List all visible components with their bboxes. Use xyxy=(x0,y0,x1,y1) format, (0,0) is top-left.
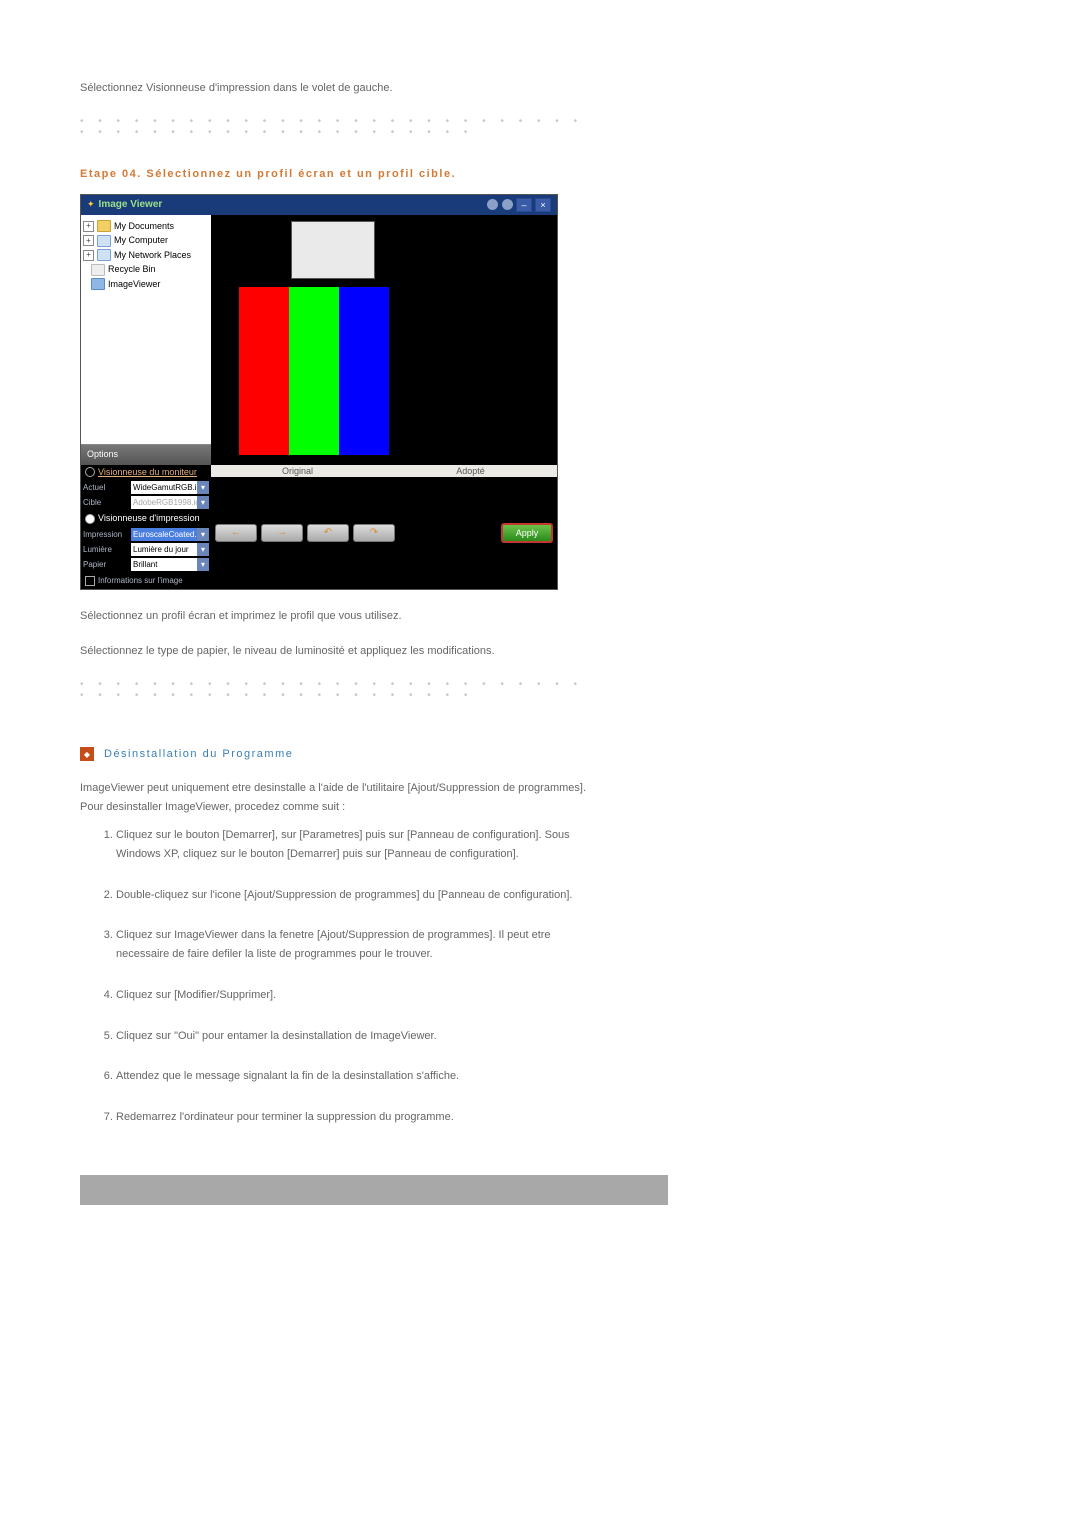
uninstall-p1: ImageViewer peut uniquement etre desinst… xyxy=(80,779,600,798)
step-6: Attendez que le message signalant la fin… xyxy=(116,1067,600,1086)
chevron-down-icon[interactable]: ▾ xyxy=(197,496,209,509)
tree-my-computer[interactable]: My Computer xyxy=(114,234,168,248)
cible-label: Cible xyxy=(81,498,131,507)
actuel-label: Actuel xyxy=(81,483,131,492)
step-1: Cliquez sur le bouton [Demarrer], sur [P… xyxy=(116,826,600,863)
step-4: Cliquez sur [Modifier/Supprimer]. xyxy=(116,986,600,1005)
divider-dots: • • • • • • • • • • • • • • • • • • • • … xyxy=(80,116,600,138)
thumbnail[interactable] xyxy=(291,221,375,279)
step-2: Double-cliquez sur l'icone [Ajout/Suppre… xyxy=(116,886,600,905)
minimize-button[interactable]: – xyxy=(516,198,532,212)
image-info-checkbox[interactable]: Informations sur l'image xyxy=(81,573,211,589)
window-title: Image Viewer xyxy=(99,199,163,210)
lumiere-select[interactable]: Lumière du jour▾ xyxy=(131,543,209,556)
footer-bar xyxy=(80,1175,668,1205)
impression-label: Impression xyxy=(81,530,131,539)
tree-my-network[interactable]: My Network Places xyxy=(114,249,191,263)
chevron-down-icon[interactable]: ▾ xyxy=(197,528,209,541)
print-viewer-radio[interactable]: Visionneuse d'impression xyxy=(81,511,211,526)
step-title: Etape 04. Sélectionnez un profil écran e… xyxy=(80,168,600,180)
impression-select[interactable]: EuroscaleCoated.icc▾ xyxy=(131,528,209,541)
papier-label: Papier xyxy=(81,560,131,569)
prev-button[interactable]: ← xyxy=(215,524,257,542)
options-panel: Visionneuse du moniteur Actuel WideGamut… xyxy=(81,465,211,589)
image-preview-area xyxy=(211,215,557,465)
rotate-right-button[interactable]: ↷ xyxy=(353,524,395,542)
tree-my-documents[interactable]: My Documents xyxy=(114,220,174,234)
options-header: Options xyxy=(81,444,223,465)
window-titlebar: ✦ Image Viewer – × xyxy=(81,195,557,215)
section-icon: ◆ xyxy=(80,747,94,761)
post-text-1: Sélectionnez un profil écran et imprimez… xyxy=(80,608,600,626)
original-label: Original xyxy=(211,465,384,477)
chevron-down-icon[interactable]: ▾ xyxy=(197,481,209,494)
post-text-2: Sélectionnez le type de papier, le nivea… xyxy=(80,643,600,661)
folder-tree[interactable]: +My Documents +My Computer +My Network P… xyxy=(81,215,215,465)
help-icon[interactable] xyxy=(502,199,513,210)
apply-button[interactable]: Apply xyxy=(501,523,553,543)
adopte-label: Adopté xyxy=(384,465,557,477)
lumiere-label: Lumière xyxy=(81,545,131,554)
uninstall-title: Désinstallation du Programme xyxy=(104,748,293,760)
next-button[interactable]: → xyxy=(261,524,303,542)
monitor-viewer-radio[interactable]: Visionneuse du moniteur xyxy=(81,465,211,480)
tree-imageviewer[interactable]: ImageViewer xyxy=(108,278,160,292)
intro-text: Sélectionnez Visionneuse d'impression da… xyxy=(80,80,600,98)
cible-select[interactable]: AdobeRGB1998.icc▾ xyxy=(131,496,209,509)
step-3: Cliquez sur ImageViewer dans la fenetre … xyxy=(116,926,600,963)
titlebar-icon[interactable] xyxy=(487,199,498,210)
divider-dots: • • • • • • • • • • • • • • • • • • • • … xyxy=(80,679,600,701)
imageviewer-screenshot: ✦ Image Viewer – × +My Documents +My Com… xyxy=(80,194,558,590)
chevron-down-icon[interactable]: ▾ xyxy=(197,558,209,571)
close-button[interactable]: × xyxy=(535,198,551,212)
papier-select[interactable]: Brillant▾ xyxy=(131,558,209,571)
star-icon: ✦ xyxy=(87,199,95,210)
chevron-down-icon[interactable]: ▾ xyxy=(197,543,209,556)
rotate-left-button[interactable]: ↶ xyxy=(307,524,349,542)
step-7: Redemarrez l'ordinateur pour terminer la… xyxy=(116,1108,600,1127)
uninstall-p2: Pour desinstaller ImageViewer, procedez … xyxy=(80,798,600,817)
actuel-select[interactable]: WideGamutRGB.icc▾ xyxy=(131,481,209,494)
tree-recycle-bin[interactable]: Recycle Bin xyxy=(108,263,156,277)
step-5: Cliquez sur "Oui" pour entamer la desins… xyxy=(116,1027,600,1046)
